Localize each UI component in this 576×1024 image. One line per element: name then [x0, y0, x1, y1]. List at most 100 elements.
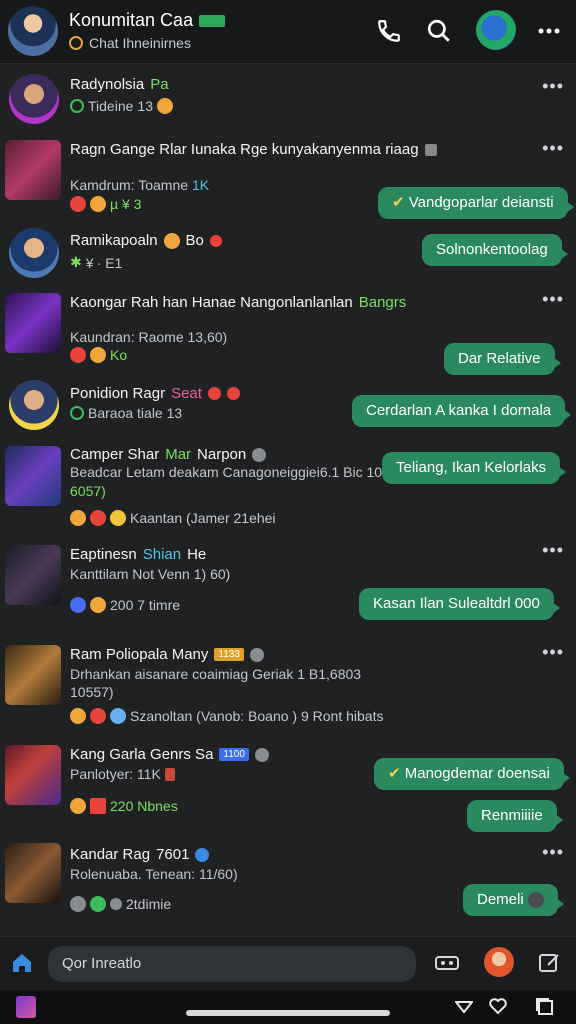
- message-bubble[interactable]: Teliang, Ikan Kelorlaks: [382, 452, 567, 484]
- emoji-icon: [90, 798, 106, 814]
- emoji-icon: [70, 896, 86, 912]
- message-bubble[interactable]: Dar Relative: [444, 343, 561, 375]
- message-bubble[interactable]: Solnonkentoolag: [422, 234, 568, 266]
- avatar[interactable]: [5, 140, 61, 200]
- chat-row[interactable]: Kandar Rag 7601 Rolenuaba. Tenean: 11/60…: [0, 838, 576, 934]
- message-bubble[interactable]: Renmiiiie: [467, 800, 563, 832]
- message-text: Dar Relative: [458, 350, 541, 367]
- message-text: Demeli: [477, 891, 524, 908]
- avatar[interactable]: [5, 843, 61, 903]
- globe-avatar[interactable]: [476, 10, 516, 50]
- contact-name: Radynolsia Pa: [70, 76, 169, 93]
- more-options-icon[interactable]: •••: [542, 842, 564, 863]
- app-icon[interactable]: [16, 996, 36, 1018]
- more-icon[interactable]: [534, 16, 564, 46]
- more-options-icon[interactable]: •••: [542, 289, 564, 310]
- contact-status: Baraoa tiale 13: [70, 405, 182, 421]
- reaction-text: 2tdimie: [126, 896, 172, 912]
- compose-icon[interactable]: [538, 951, 562, 980]
- search-icon[interactable]: [424, 16, 454, 46]
- contact-name-extra: Bo: [185, 232, 204, 249]
- emoji-icon: [110, 708, 126, 724]
- home-icon[interactable]: [10, 951, 34, 980]
- gamepad-icon[interactable]: [435, 953, 459, 978]
- message-text: Cerdarlan A kanka I dornala: [366, 402, 552, 419]
- status-icon: [70, 406, 84, 420]
- avatar[interactable]: [9, 380, 59, 430]
- more-options-icon[interactable]: •••: [542, 138, 564, 159]
- profile-avatar[interactable]: [8, 6, 58, 56]
- user-avatar[interactable]: [484, 947, 514, 977]
- home-indicator[interactable]: [186, 1010, 390, 1016]
- verified-icon: [249, 647, 264, 662]
- avatar[interactable]: [5, 645, 61, 705]
- status-icon: ✱: [70, 254, 82, 270]
- battery-icon: [164, 767, 175, 781]
- emoji-icon: [70, 347, 86, 363]
- status-text: ¥ ∙ E1: [85, 254, 123, 271]
- emoji-icon: [70, 510, 86, 526]
- chat-row[interactable]: Ragn Gange Rlar Iunaka Rge kunyakanyenma…: [0, 132, 576, 222]
- emoji-icon: [70, 597, 86, 613]
- avatar[interactable]: [5, 545, 61, 605]
- message-bubble[interactable]: Kasan Ilan Sulealtdrl 000: [359, 588, 560, 620]
- avatar[interactable]: [5, 745, 61, 805]
- reactions: Szanoltan (Vanob: Boano ) 9 Ront hibats: [70, 708, 383, 724]
- avatar[interactable]: [9, 228, 59, 278]
- reactions: µ ¥ 3: [70, 196, 141, 212]
- contact-name-accent: Mar: [165, 446, 192, 463]
- avatar[interactable]: [5, 446, 61, 506]
- chat-row[interactable]: Eaptinesn Shian He Kanttilam Not Venn 1)…: [0, 540, 576, 638]
- status-extra: 13: [137, 98, 153, 114]
- status-icon: [70, 99, 84, 113]
- chat-row[interactable]: Kaongar Rah han Hanae Nangonlanlanlan Ba…: [0, 285, 576, 375]
- status-text: Kamdrum: Toamne: [70, 177, 189, 193]
- reactions: Kaantan (Jamer 21ehei: [70, 510, 276, 526]
- status-text: Drhankan aisanare coaimiag Geriak 1 B1,6…: [70, 666, 362, 682]
- contact-name-text: Eaptinesn: [70, 546, 137, 563]
- contact-status-line2: 6057): [70, 483, 106, 499]
- message-text: Vandgoparlar deiansti: [408, 194, 554, 211]
- message-input[interactable]: Qor Inreatlo: [48, 946, 416, 982]
- avatar[interactable]: [5, 293, 61, 353]
- contact-status: Beadcar Letam deakam Canagoneiggiei6.1 B…: [70, 464, 382, 480]
- contact-name: Ponidion Ragr Seat: [70, 385, 240, 402]
- more-options-icon[interactable]: •••: [542, 76, 564, 97]
- composer-bar: Qor Inreatlo: [0, 936, 576, 990]
- message-bubble[interactable]: ✔ Vandgoparlar deiansti: [378, 187, 574, 219]
- contact-name-text: Kandar Rag: [70, 846, 151, 863]
- chat-row[interactable]: Radynolsia Pa Tideine 13 •••: [0, 66, 576, 128]
- contact-name-accent: Pa: [150, 76, 169, 93]
- name-tag: 1100: [219, 748, 249, 761]
- contact-name: Kandar Rag 7601: [70, 846, 210, 863]
- heart-icon: [209, 234, 222, 247]
- chat-row[interactable]: Ponidion Ragr Seat Baraoa tiale 13 Cerda…: [0, 375, 576, 440]
- message-bubble[interactable]: ✔ Manogdemar doensai: [374, 758, 570, 790]
- chat-row[interactable]: Ram Poliopala Many 1133 Drhankan aisanar…: [0, 640, 576, 740]
- avatar[interactable]: [9, 74, 59, 124]
- reactions: Ko: [70, 347, 127, 363]
- emoji-icon: [90, 196, 106, 212]
- reactions: 200 7 timre: [70, 597, 180, 613]
- more-options-icon[interactable]: •••: [542, 540, 564, 561]
- message-text: Kasan Ilan Sulealtdrl 000: [373, 595, 540, 612]
- contact-name: Ragn Gange Rlar Iunaka Rge kunyakanyenma…: [70, 141, 437, 158]
- contact-name-text: Ragn Gange Rlar Iunaka Rge kunyakanyenma…: [70, 141, 419, 158]
- chat-row[interactable]: Ramikapoaln Bo ✱ ¥ ∙ E1 Solnonkentoolag: [0, 222, 576, 282]
- status-extra: 1K: [192, 177, 210, 193]
- contact-name-extra: He: [187, 546, 207, 563]
- reaction-text: Szanoltan (Vanob: Boano ) 9 Ront hibats: [130, 708, 384, 724]
- contact-name: Eaptinesn Shian He: [70, 546, 206, 563]
- contact-name-text: Ramikapoaln: [70, 232, 158, 249]
- name-tag: 1133: [214, 648, 244, 661]
- contact-status: Panlotyer: 11K: [70, 766, 175, 782]
- phone-icon[interactable]: [374, 16, 404, 46]
- recents-icon[interactable]: [536, 998, 554, 1021]
- more-options-icon[interactable]: •••: [542, 642, 564, 663]
- chat-row[interactable]: Camper Shar Mar Narpon Beadcar Letam dea…: [0, 440, 576, 540]
- top-bar: Konumitan Caa Chat Ihneinirnes: [0, 0, 576, 64]
- message-bubble[interactable]: Cerdarlan A kanka I dornala: [352, 395, 572, 427]
- chat-row[interactable]: Kang Garla Genrs Sa 1100 Panlotyer: 11K …: [0, 740, 576, 836]
- chat-subtitle-text: Chat Ihneinirnes: [89, 35, 191, 51]
- message-bubble[interactable]: Demeli: [463, 884, 564, 916]
